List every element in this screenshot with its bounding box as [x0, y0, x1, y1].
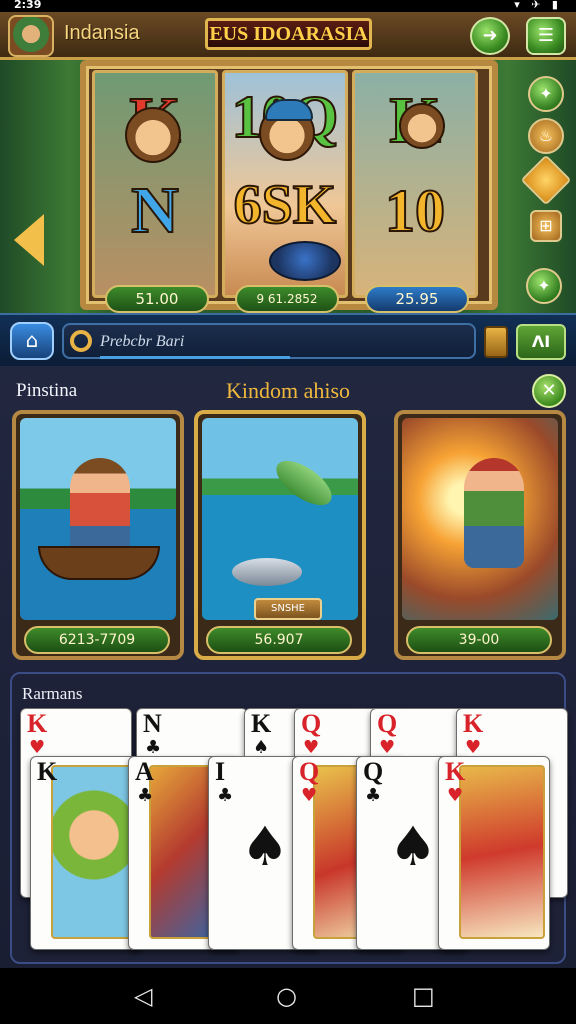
card-suit: ♥ — [301, 785, 318, 806]
card-rank: Q — [377, 709, 398, 738]
search-placeholder: Prebcbr Bari — [100, 333, 185, 350]
fish-icon — [232, 558, 302, 586]
panel-title: Kindom ahiso — [225, 378, 351, 403]
playing-card-portrait[interactable]: K — [30, 756, 142, 950]
card-suit: ♥ — [465, 737, 482, 758]
playing-card-portrait[interactable]: K ♥ — [438, 756, 550, 950]
card-rank: Q — [301, 709, 322, 738]
card-suit: ♣ — [217, 785, 234, 806]
bookmark-button[interactable] — [484, 326, 508, 358]
card-suit: ♣ — [137, 785, 154, 806]
spin-button[interactable]: ✦ — [526, 268, 562, 304]
explorer-face-icon — [125, 107, 181, 163]
card-rank: Q — [363, 757, 384, 786]
recents-icon[interactable]: □ — [412, 982, 435, 1010]
reel-frame: K N 51.00 10Q 6SK 9 61.2852 K 10 25.95 — [80, 60, 498, 313]
reel-2-payline: 9 61.2852 — [235, 285, 339, 313]
back-icon[interactable]: ◁ — [134, 982, 152, 1010]
adventurer-face-icon — [399, 103, 445, 149]
crab-icon — [269, 241, 341, 281]
bag-icon: ♨ — [538, 126, 554, 145]
card-suit: ♥ — [379, 737, 396, 758]
reel-3[interactable]: K 10 25.95 — [352, 70, 478, 313]
card-rank: K — [445, 757, 466, 786]
arrow-button[interactable]: ➜ — [470, 17, 510, 55]
cards-section-label: Rarmans — [22, 684, 83, 703]
spin-icon: ✦ — [537, 276, 551, 295]
jumping-fish-icon — [269, 452, 339, 514]
plus-icon: ✦ — [539, 84, 553, 103]
left-arrow-icon[interactable] — [14, 214, 44, 266]
search-icon — [70, 330, 92, 352]
arrow-icon: ➜ — [482, 25, 498, 46]
card-rank: K — [27, 709, 48, 738]
hunter-figure — [464, 458, 524, 568]
reel-2-middle-symbol: 6SK — [233, 173, 338, 237]
status-icons: ▾ ✈ ▮ — [514, 0, 562, 11]
search-strip: ⌂ Prebcbr Bari ΛΙ — [0, 313, 576, 366]
card-suit: ♠ — [253, 737, 270, 758]
home-button[interactable]: ⌂ — [10, 322, 54, 360]
gift-button[interactable]: ⊞ — [530, 210, 562, 242]
card-rank: A — [135, 757, 154, 786]
card-suit: ♥ — [303, 737, 320, 758]
reel-1-middle-symbol: N — [130, 173, 180, 248]
card-rank: K — [37, 757, 58, 786]
region-label: Indansia — [64, 22, 140, 44]
card-rank: N — [143, 709, 162, 738]
game-card-fishing[interactable]: SNSHE 56.907 — [194, 410, 366, 660]
plus-button[interactable]: ✦ — [528, 76, 564, 112]
gift-icon: ⊞ — [539, 216, 553, 235]
status-time: 2:39 — [14, 0, 42, 11]
game-card-tag: SNSHE — [254, 598, 322, 620]
boat-art — [20, 418, 176, 620]
card-suit: ♥ — [447, 785, 464, 806]
card-suit: ♣ — [365, 785, 382, 806]
boat-icon — [38, 546, 160, 580]
card-rank: K — [251, 709, 272, 738]
menu-button[interactable]: ☰ — [526, 17, 566, 55]
reel-1-payline: 51.00 — [105, 285, 209, 313]
slot-machine: K N 51.00 10Q 6SK 9 61.2852 K 10 25.95 ✦… — [0, 60, 576, 364]
search-progress-bar — [100, 356, 290, 359]
home-icon: ⌂ — [25, 328, 39, 352]
game-card-price: 39-00 — [406, 626, 552, 654]
game-panel: Pinstina Kindom ahiso ✕ 6213-7709 SNSHE … — [0, 366, 576, 968]
close-icon: ✕ — [541, 380, 557, 401]
status-bar: 2:39 ▾ ✈ ▮ — [0, 0, 576, 12]
game-card-slingshot[interactable]: 39-00 — [394, 410, 566, 660]
brand-banner: EUS IDOARASIA — [205, 18, 372, 50]
card-rank: Q — [299, 757, 320, 786]
card-suit: ♥ — [29, 737, 46, 758]
close-button[interactable]: ✕ — [532, 374, 566, 408]
fishing-art — [202, 418, 358, 620]
card-rank: I — [215, 757, 226, 786]
card-suit: ♣ — [145, 737, 162, 758]
slingshot-art — [402, 418, 558, 620]
diamond-icon[interactable] — [520, 154, 572, 206]
top-header: Indansia EUS IDOARASIA ➜ ☰ — [0, 12, 576, 60]
reel-2[interactable]: 10Q 6SK 9 61.2852 — [222, 70, 348, 313]
bag-button[interactable]: ♨ — [528, 118, 564, 154]
game-card-price: 6213-7709 — [24, 626, 170, 654]
reel-3-payline: 25.95 — [365, 285, 469, 313]
filter-button[interactable]: ΛΙ — [516, 324, 566, 360]
card-portrait-art — [459, 765, 545, 939]
menu-icon: ☰ — [537, 25, 555, 46]
home-circle-icon[interactable]: ○ — [276, 982, 297, 1010]
game-card-boat[interactable]: 6213-7709 — [12, 410, 184, 660]
search-input[interactable]: Prebcbr Bari — [62, 323, 476, 359]
system-nav-bar: ◁ ○ □ — [0, 968, 576, 1024]
sailor-face-icon — [259, 99, 315, 161]
card-portrait-art — [51, 765, 137, 939]
game-card-price: 56.907 — [206, 626, 352, 654]
reel-1[interactable]: K N 51.00 — [92, 70, 218, 313]
reel-3-middle-symbol: 10 — [384, 177, 446, 245]
cards-section: Rarmans K ♥ N ♣ K ♠ Q ♥ Q ♥ K ♥ K A ♣ I … — [10, 672, 568, 964]
player-avatar[interactable] — [8, 15, 54, 57]
card-rank: K — [463, 709, 484, 738]
